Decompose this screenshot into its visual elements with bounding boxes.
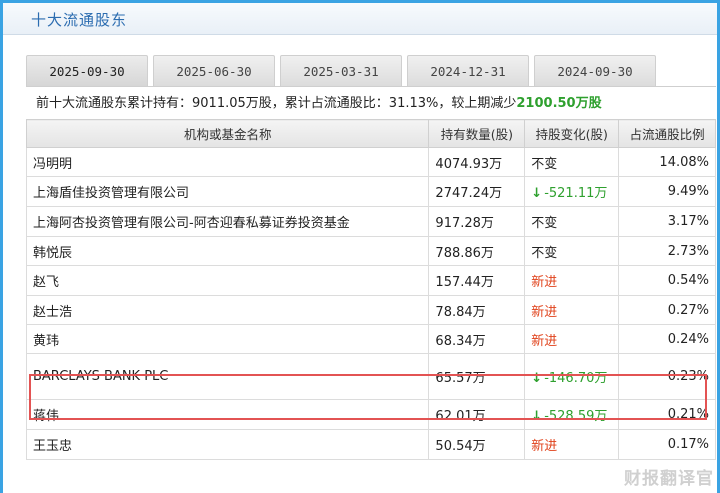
holder-qty: 4074.93万 <box>428 147 526 177</box>
holder-change-value: 不变 <box>531 156 558 172</box>
panel-header: 十大流通股东 <box>3 3 717 35</box>
holder-change: ↓ -528.59万 <box>524 399 620 430</box>
section-title: 十大流通股东 <box>31 11 128 29</box>
table-header-row: 机构或基金名称 持有数量(股) 持股变化(股) 占流通股比例 <box>25 119 716 148</box>
table-row: 蒋伟 62.01万 ↓ -528.59万 0.21% <box>25 399 716 430</box>
holder-name: BARCLAYS BANK PLC <box>25 353 430 400</box>
holder-pct: 0.23% <box>618 353 716 400</box>
tab-2024-09-30[interactable]: 2024-09-30 <box>534 55 656 86</box>
arrow-down-icon: ↓ <box>531 371 543 386</box>
holder-qty: 788.86万 <box>428 236 526 266</box>
holder-qty: 157.44万 <box>428 265 526 296</box>
holder-change: 新进 <box>524 429 620 460</box>
arrow-down-icon: ↓ <box>531 409 543 424</box>
holder-change-value: 新进 <box>531 439 558 454</box>
holder-name: 黄玮 <box>25 324 430 354</box>
tab-2025-09-30[interactable]: 2025-09-30 <box>26 55 148 86</box>
col-header-name: 机构或基金名称 <box>25 119 430 148</box>
table-row: 王玉忠 50.54万 新进 0.17% <box>25 429 716 460</box>
holder-change-value: -521.11万 <box>544 186 608 201</box>
holder-pct: 0.21% <box>618 399 716 430</box>
summary-mid: ，累计占流通股比： <box>271 96 389 111</box>
holder-qty: 917.28万 <box>428 206 526 237</box>
holder-name: 赵飞 <box>25 265 430 296</box>
holder-pct: 9.49% <box>618 176 716 207</box>
holder-change-value: 新进 <box>531 333 558 349</box>
holder-change: 不变 <box>524 147 620 177</box>
holder-qty: 2747.24万 <box>428 176 526 207</box>
holders-table: 机构或基金名称 持有数量(股) 持股变化(股) 占流通股比例 冯明明 4074.9… <box>25 119 716 460</box>
holder-qty: 65.57万 <box>428 353 526 400</box>
holder-change: ↓ -521.11万 <box>524 176 620 207</box>
holder-name: 韩悦辰 <box>25 236 430 266</box>
summary-suffix: ，较上期减少 <box>438 96 517 111</box>
tab-2025-06-30[interactable]: 2025-06-30 <box>153 55 275 86</box>
col-header-change: 持股变化(股) <box>524 119 620 148</box>
summary-line: 前十大流通股东累计持有：9011.05万股，累计占流通股比：31.13%，较上期… <box>26 86 716 119</box>
holder-pct: 2.73% <box>618 236 716 266</box>
holder-pct: 0.27% <box>618 295 716 325</box>
table-row: 韩悦辰 788.86万 不变 2.73% <box>25 236 716 266</box>
holder-change: 新进 <box>524 295 620 325</box>
holder-change-value: -528.59万 <box>544 409 608 424</box>
holder-name: 冯明明 <box>25 147 430 177</box>
summary-ratio: 31.13% <box>388 96 439 111</box>
table-row: 赵士浩 78.84万 新进 0.27% <box>25 295 716 325</box>
holder-name: 蒋伟 <box>25 399 430 430</box>
table-row: 上海阿杏投资管理有限公司-阿杏迎春私募证券投资基金 917.28万 不变 3.17% <box>25 206 716 237</box>
tab-2024-12-31[interactable]: 2024-12-31 <box>407 55 529 86</box>
holder-name: 上海阿杏投资管理有限公司-阿杏迎春私募证券投资基金 <box>25 206 430 237</box>
holder-pct: 0.17% <box>618 429 716 460</box>
tab-2025-03-31[interactable]: 2025-03-31 <box>280 55 402 86</box>
col-header-qty: 持有数量(股) <box>428 119 526 148</box>
holder-qty: 78.84万 <box>428 295 526 325</box>
holder-change-value: 不变 <box>531 245 558 261</box>
holder-change: 不变 <box>524 206 620 237</box>
summary-change: 2100.50万股 <box>516 96 602 111</box>
summary-held: 9011.05万股 <box>192 96 272 111</box>
holder-qty: 68.34万 <box>428 324 526 354</box>
holder-change-value: -146.70万 <box>544 371 608 386</box>
table-row: 黄玮 68.34万 新进 0.24% <box>25 324 716 354</box>
summary-prefix: 前十大流通股东累计持有： <box>36 96 193 111</box>
holder-change: ↓ -146.70万 <box>524 353 620 400</box>
arrow-down-icon: ↓ <box>531 186 543 201</box>
holder-name: 赵士浩 <box>25 295 430 325</box>
holder-name: 上海盾佳投资管理有限公司 <box>25 176 430 207</box>
table-row: 冯明明 4074.93万 不变 14.08% <box>25 147 716 177</box>
holder-change: 新进 <box>524 324 620 354</box>
table-row: 上海盾佳投资管理有限公司 2747.24万 ↓ -521.11万 9.49% <box>25 176 716 207</box>
holder-name: 王玉忠 <box>25 429 430 460</box>
table-row: 赵飞 157.44万 新进 0.54% <box>25 265 716 296</box>
holder-pct: 0.24% <box>618 324 716 354</box>
holder-change-value: 新进 <box>531 275 558 290</box>
watermark: 财报翻译官 <box>624 469 714 489</box>
col-header-pct: 占流通股比例 <box>618 119 716 148</box>
holder-pct: 0.54% <box>618 265 716 296</box>
holder-qty: 50.54万 <box>428 429 526 460</box>
holder-pct: 3.17% <box>618 206 716 237</box>
table-row: BARCLAYS BANK PLC 65.57万 ↓ -146.70万 0.23% <box>25 353 716 400</box>
holder-change: 新进 <box>524 265 620 296</box>
holder-pct: 14.08% <box>618 147 716 177</box>
holder-change: 不变 <box>524 236 620 266</box>
holder-change-value: 新进 <box>531 304 558 320</box>
holder-qty: 62.01万 <box>428 399 526 430</box>
holder-change-value: 不变 <box>531 216 558 231</box>
